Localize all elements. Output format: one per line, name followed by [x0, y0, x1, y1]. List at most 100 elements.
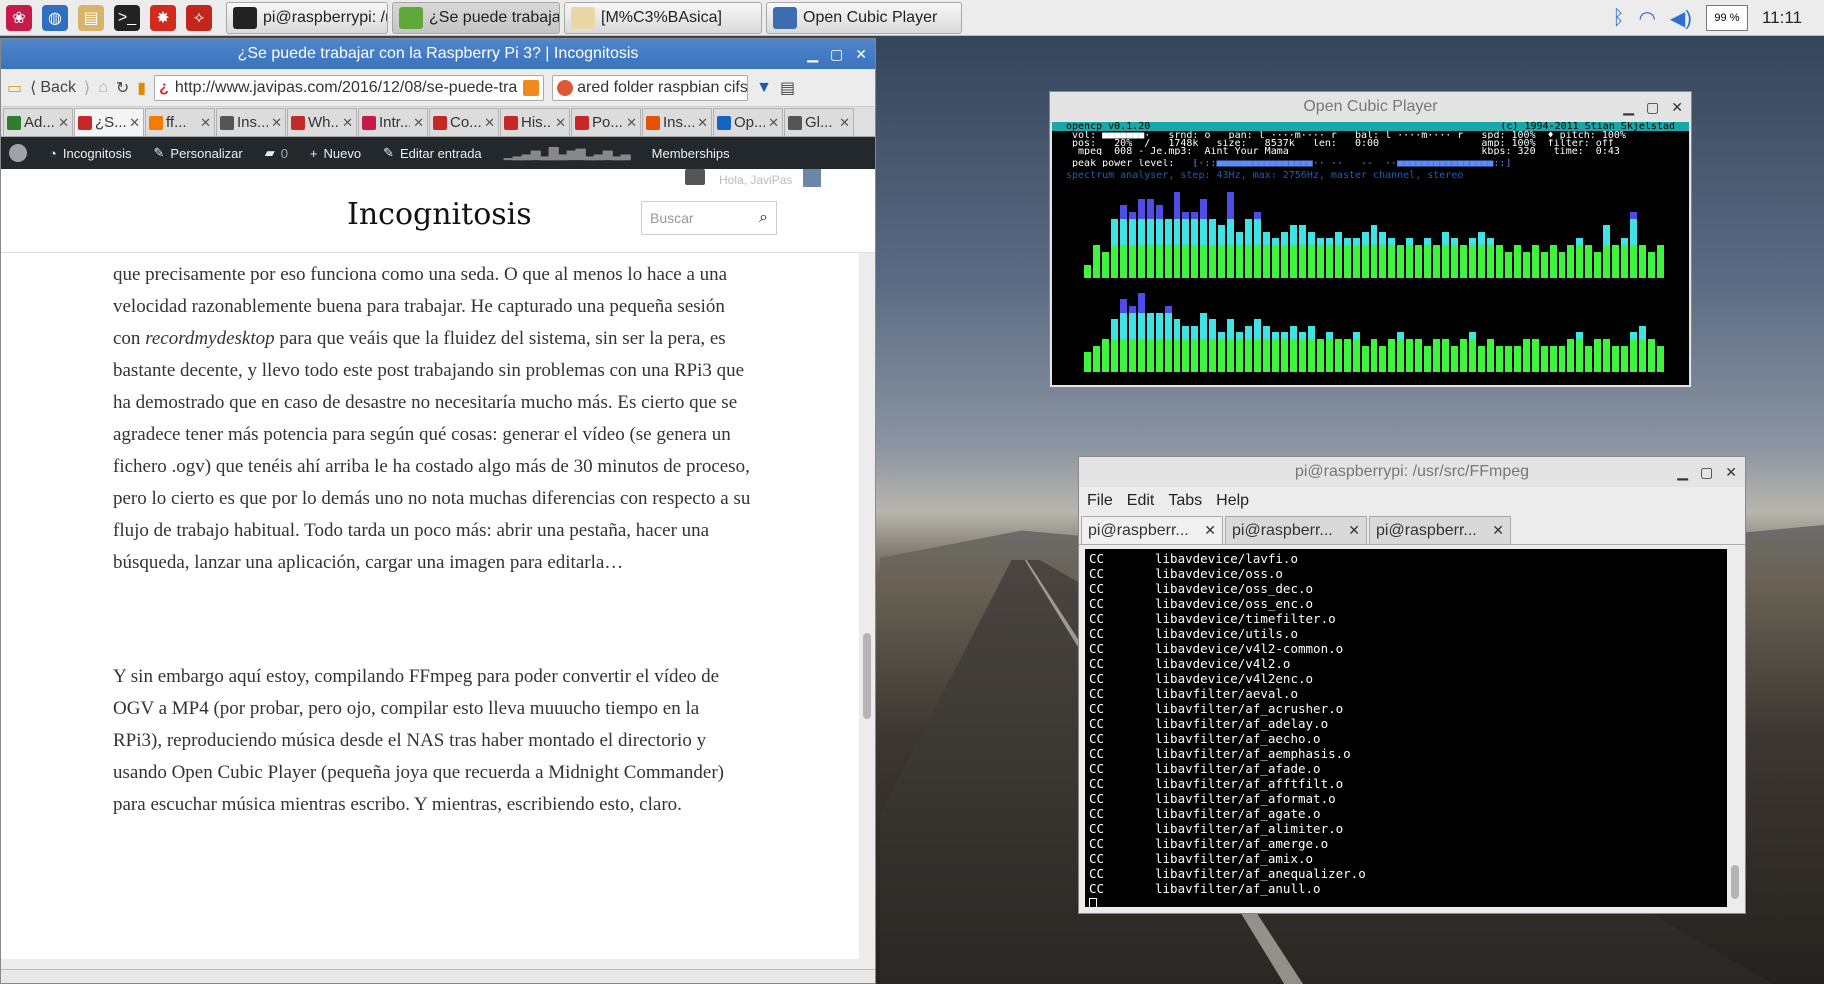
- launcher-button[interactable]: >_: [110, 2, 144, 34]
- close-icon[interactable]: ✕: [1725, 464, 1737, 481]
- maximize-icon[interactable]: ▢: [1646, 99, 1659, 116]
- browser-tab[interactable]: Gl... ✕: [784, 108, 854, 136]
- tab-close-icon[interactable]: ✕: [626, 115, 637, 131]
- close-icon[interactable]: ✕: [1671, 99, 1683, 116]
- tab-close-icon[interactable]: ✕: [1348, 522, 1360, 539]
- close-icon[interactable]: ✕: [855, 46, 867, 63]
- terminal-titlebar[interactable]: pi@raspberrypi: /usr/src/FFmpeg ▁ ▢ ✕: [1079, 457, 1745, 487]
- taskbar-task-button[interactable]: Open Cubic Player: [766, 1, 962, 34]
- menu-item-help[interactable]: Help: [1216, 492, 1249, 510]
- minimize-icon[interactable]: ▁: [1677, 464, 1688, 481]
- avatar[interactable]: [803, 169, 821, 187]
- site-search-input[interactable]: Buscar ⌕: [641, 201, 777, 235]
- cpu-monitor[interactable]: 99 %: [1705, 5, 1748, 31]
- tab-close-icon[interactable]: ✕: [768, 115, 779, 131]
- tab-close-icon[interactable]: ✕: [129, 115, 140, 131]
- bluetooth-icon[interactable]: ᛒ: [1612, 7, 1624, 30]
- browser-tab[interactable]: Ins... ✕: [642, 108, 712, 136]
- wp-stats-sparkline[interactable]: ▁▂▃▅▂▇▃▅▆▂▃▅▂▃: [504, 145, 631, 161]
- tab-close-icon[interactable]: ✕: [1204, 522, 1216, 539]
- tab-close-icon[interactable]: ✕: [200, 115, 211, 131]
- url-field[interactable]: ¿ http://www.javipas.com/2016/12/08/se-p…: [154, 74, 545, 101]
- scrollbar-thumb[interactable]: [1731, 865, 1739, 899]
- search-engine-field[interactable]: ared folder raspbian cifs: [552, 74, 749, 101]
- bookmarks-icon[interactable]: ▭: [7, 78, 22, 98]
- minimize-icon[interactable]: ▁: [1623, 99, 1634, 116]
- browser-tab[interactable]: His... ✕: [500, 108, 570, 136]
- terminal-tab[interactable]: pi@raspberr... ✕: [1369, 516, 1511, 544]
- menu-item-file[interactable]: File: [1087, 492, 1113, 510]
- home-icon[interactable]: ⌂: [98, 79, 108, 97]
- spectrum-segment-green: [1289, 339, 1297, 372]
- browser-scrollbar[interactable]: [859, 253, 875, 959]
- browser-tab[interactable]: Wh...✕: [287, 108, 357, 136]
- browser-tab[interactable]: Op... ✕: [713, 108, 783, 136]
- browser-tab[interactable]: ¿S... ✕: [74, 108, 144, 136]
- tab-close-icon[interactable]: ✕: [839, 115, 850, 131]
- tab-close-icon[interactable]: ✕: [484, 115, 495, 131]
- wp-comments-link[interactable]: ▰ 0: [265, 145, 288, 161]
- tab-close-icon[interactable]: ✕: [413, 115, 424, 131]
- tab-close-icon[interactable]: ✕: [697, 115, 708, 131]
- browser-tab[interactable]: Po... ✕: [571, 108, 641, 136]
- rss-icon[interactable]: [523, 79, 540, 96]
- greeting[interactable]: Hola, JaviPas: [719, 173, 792, 187]
- forward-icon[interactable]: ⟩: [84, 78, 90, 98]
- reload-icon[interactable]: ↻: [116, 78, 129, 98]
- menu-item-edit[interactable]: Edit: [1127, 492, 1155, 510]
- browser-tab[interactable]: Ins... ✕: [216, 108, 286, 136]
- wp-memberships-link[interactable]: Memberships: [652, 146, 730, 161]
- terminal-prompt[interactable]: [1089, 896, 1723, 907]
- spectrum-segment-cyan: [1280, 231, 1288, 245]
- search-icon[interactable]: ⌕: [759, 209, 768, 227]
- launcher-button[interactable]: ▤: [74, 2, 108, 34]
- browser-tab[interactable]: Intr... ✕: [358, 108, 428, 136]
- browser-tab[interactable]: Ad... ✕: [3, 108, 73, 136]
- terminal-menubar: File Edit Tabs Help: [1079, 487, 1745, 515]
- wordpress-logo-icon[interactable]: [9, 144, 27, 162]
- wifi-icon[interactable]: ◠: [1638, 6, 1655, 31]
- wp-edit-link[interactable]: ✎ Editar entrada: [383, 145, 482, 161]
- site-title[interactable]: Incognitosis: [347, 197, 532, 232]
- bookmark-star-icon[interactable]: ▮: [137, 78, 146, 98]
- wp-new-link[interactable]: + Nuevo: [310, 146, 361, 161]
- tab-close-icon[interactable]: ✕: [342, 115, 353, 131]
- clock[interactable]: 11:11: [1762, 8, 1802, 28]
- scrollbar-thumb[interactable]: [863, 633, 871, 719]
- wp-site-link[interactable]: ◔ Incognitosis: [49, 146, 132, 161]
- browser-tab[interactable]: Co... ✕: [429, 108, 499, 136]
- terminal-scrollbar[interactable]: [1729, 549, 1741, 907]
- launcher-button[interactable]: ⟡: [182, 2, 216, 34]
- taskbar-task-button[interactable]: pi@raspberrypi: /usr/...: [226, 1, 388, 34]
- spectrum-segment-green: [1280, 245, 1288, 278]
- tab-close-icon[interactable]: ✕: [271, 115, 282, 131]
- browser-titlebar[interactable]: ¿Se puede trabajar con la Raspberry Pi 3…: [1, 39, 875, 69]
- menu-icon[interactable]: ▤: [780, 78, 795, 98]
- comment-bubble-icon[interactable]: [685, 169, 705, 185]
- terminal-tab[interactable]: pi@raspberr... ✕: [1225, 516, 1367, 544]
- tab-close-icon[interactable]: ✕: [555, 115, 566, 131]
- maximize-icon[interactable]: ▢: [830, 46, 843, 63]
- launcher-button[interactable]: ❀: [2, 2, 36, 34]
- volume-icon[interactable]: ◀): [1670, 6, 1692, 31]
- spectrum-bar: [1191, 212, 1199, 278]
- maximize-icon[interactable]: ▢: [1700, 464, 1713, 481]
- wp-customize-link[interactable]: ✎ Personalizar: [154, 145, 243, 161]
- spectrum-segment-green: [1361, 345, 1369, 372]
- back-button[interactable]: ⟨ Back: [30, 78, 76, 98]
- terminal-tab[interactable]: pi@raspberr... ✕: [1081, 516, 1223, 544]
- ocp-titlebar[interactable]: Open Cubic Player ▁ ▢ ✕: [1050, 92, 1691, 122]
- tab-close-icon[interactable]: ✕: [58, 115, 69, 131]
- spectrum-bar: [1630, 332, 1638, 372]
- taskbar-task-button[interactable]: ¿Se puede trabajar c...: [392, 1, 560, 34]
- tab-close-icon[interactable]: ✕: [1492, 522, 1504, 539]
- menu-item-tabs[interactable]: Tabs: [1168, 492, 1202, 510]
- pocket-icon[interactable]: ▼: [756, 79, 772, 97]
- ocp-display[interactable]: opencp v0.1.20 (c) 1994-2011 Stian Skjel…: [1052, 122, 1689, 385]
- launcher-button[interactable]: ✸: [146, 2, 180, 34]
- taskbar-task-button[interactable]: [M%C3%BAsica]: [564, 1, 762, 34]
- terminal-output[interactable]: CC libavdevice/lavfi.o CC libavdevice/oss.o…: [1085, 549, 1727, 907]
- launcher-button[interactable]: ◍: [38, 2, 72, 34]
- browser-tab[interactable]: ff... ✕: [145, 108, 215, 136]
- minimize-icon[interactable]: ▁: [807, 46, 818, 63]
